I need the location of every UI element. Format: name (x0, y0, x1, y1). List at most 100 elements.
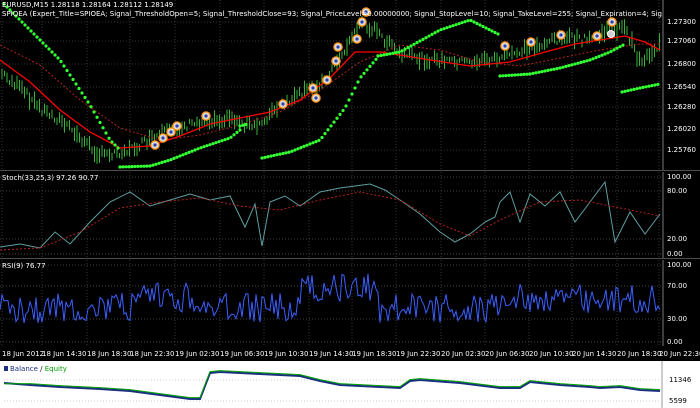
time-tick: 20 Jun 14:30 (572, 350, 617, 358)
parabolic-sar-dot (172, 156, 176, 160)
parabolic-sar-dot (118, 165, 122, 169)
rsi-pane[interactable]: RSI(9) 76.77 100.00 70.00 30.00 0.00 (0, 260, 700, 346)
pane-separator[interactable] (0, 170, 700, 171)
parabolic-sar-dot (406, 46, 410, 50)
time-tick: 18 Jun 2012 (2, 350, 45, 358)
parabolic-sar-dot (238, 128, 242, 132)
legend-separator: / (40, 365, 43, 373)
parabolic-sar-dot (32, 32, 36, 36)
parabolic-sar-dot (493, 30, 497, 35)
parabolic-sar-dot (220, 139, 224, 143)
parabolic-sar-dot (269, 154, 273, 158)
parabolic-sar-dot (59, 59, 63, 64)
parabolic-sar-dot (214, 141, 218, 145)
parabolic-sar-dot (145, 164, 149, 168)
parabolic-sar-dot (540, 70, 544, 74)
parabolic-sar-dot (588, 58, 592, 62)
parabolic-sar-dot (116, 146, 120, 150)
parabolic-sar-dot (56, 56, 60, 60)
parabolic-sar-dot (618, 45, 622, 49)
parabolic-sar-dot (311, 141, 315, 145)
time-tick: 19 Jun 06:30 (220, 350, 265, 358)
parabolic-sar-dot (656, 82, 660, 86)
parabolic-sar-dot (232, 133, 236, 137)
parabolic-sar-dot (80, 91, 84, 95)
parabolic-sar-dot (275, 153, 279, 157)
price-tick-3: 1.26800 (667, 60, 696, 68)
parabolic-sar-dot (519, 73, 523, 77)
parabolic-sar-dot (44, 44, 48, 48)
parabolic-sar-dot (29, 29, 33, 33)
parabolic-sar-dot (284, 151, 288, 155)
trade-signal-marker-dot (311, 86, 315, 90)
balance-equity-canvas (3, 361, 663, 408)
stochastic-label: Stoch(33,25,3) 97.26 90.77 (2, 174, 99, 182)
parabolic-sar-dot (436, 29, 440, 33)
parabolic-sar-dot (549, 68, 553, 72)
price-chart-canvas (0, 0, 664, 170)
parabolic-sar-dot (448, 25, 452, 29)
stochastic-pane[interactable]: Stoch(33,25,3) 97.26 90.77 100.00 80.00 … (0, 172, 700, 258)
parabolic-sar-dot (606, 51, 610, 55)
parabolic-sar-dot (376, 54, 380, 58)
parabolic-sar-dot (397, 50, 401, 54)
parabolic-sar-dot (293, 148, 297, 152)
parabolic-sar-dot (341, 108, 345, 113)
parabolic-sar-dot (501, 74, 505, 78)
parabolic-sar-dot (329, 124, 333, 128)
parabolic-sar-dot (635, 87, 639, 91)
trade-signal-marker-dot (610, 20, 614, 24)
expert-advisor-label: SPIOEA (Expert_Title=SPIOEA; Signal_Thre… (2, 10, 662, 18)
parabolic-sar-dot (41, 41, 45, 45)
parabolic-sar-dot (382, 53, 386, 57)
parabolic-sar-dot (638, 86, 642, 90)
parabolic-sar-dot (20, 20, 24, 24)
parabolic-sar-dot (308, 142, 312, 146)
time-tick: 19 Jun 22:30 (396, 350, 441, 358)
parabolic-sar-dot (475, 21, 479, 26)
pane-separator[interactable] (0, 258, 700, 259)
parabolic-sar-dot (374, 57, 378, 61)
time-tick: 20 Jun 02:30 (441, 350, 486, 358)
parabolic-sar-dot (415, 41, 419, 45)
parabolic-sar-dot (302, 144, 306, 148)
parabolic-sar-dot (347, 98, 351, 102)
stoch-tick-20: 20.00 (667, 235, 688, 243)
parabolic-sar-dot (629, 88, 633, 92)
parabolic-sar-dot (531, 71, 535, 75)
parabolic-sar-dot (579, 60, 583, 64)
time-tick: 19 Jun 14:30 (309, 350, 354, 358)
trade-signal-marker-dot (503, 44, 507, 48)
parabolic-sar-dot (101, 126, 105, 130)
parabolic-sar-dot (653, 83, 657, 87)
time-tick: 20 Jun 06:30 (485, 350, 530, 358)
parabolic-sar-dot (594, 56, 598, 60)
parabolic-sar-dot (148, 164, 152, 168)
trade-signal-marker-dot (314, 96, 318, 100)
parabolic-sar-dot (421, 37, 425, 41)
parabolic-sar-dot (62, 64, 66, 68)
stoch-tick-80: 80.00 (667, 187, 688, 195)
parabolic-sar-dot (305, 143, 309, 147)
parabolic-sar-dot (353, 86, 357, 90)
time-tick: 20 Jun 22:30 (659, 350, 700, 358)
parabolic-sar-dot (287, 150, 291, 154)
parabolic-sar-dot (650, 84, 654, 88)
parabolic-sar-dot (241, 123, 245, 127)
report-y-top: 11346 (669, 376, 692, 384)
rsi-tick-30: 30.00 (667, 315, 688, 323)
parabolic-sar-dot (196, 147, 200, 151)
parabolic-sar-dot (98, 120, 102, 125)
time-tick: 19 Jun 18:30 (352, 350, 397, 358)
price-chart-pane[interactable]: EURUSD,M15 1.28118 1.28164 1.28112 1.281… (0, 0, 700, 170)
parabolic-sar-dot (154, 162, 158, 166)
parabolic-sar-dot (379, 53, 383, 58)
parabolic-sar-dot (323, 132, 327, 136)
parabolic-sar-dot (142, 164, 146, 168)
parabolic-sar-dot (534, 71, 538, 75)
time-tick: 19 Jun 02:30 (175, 350, 220, 358)
parabolic-sar-dot (445, 26, 449, 30)
parabolic-sar-dot (546, 68, 550, 72)
parabolic-sar-dot (86, 100, 90, 104)
parabolic-sar-dot (344, 104, 348, 108)
